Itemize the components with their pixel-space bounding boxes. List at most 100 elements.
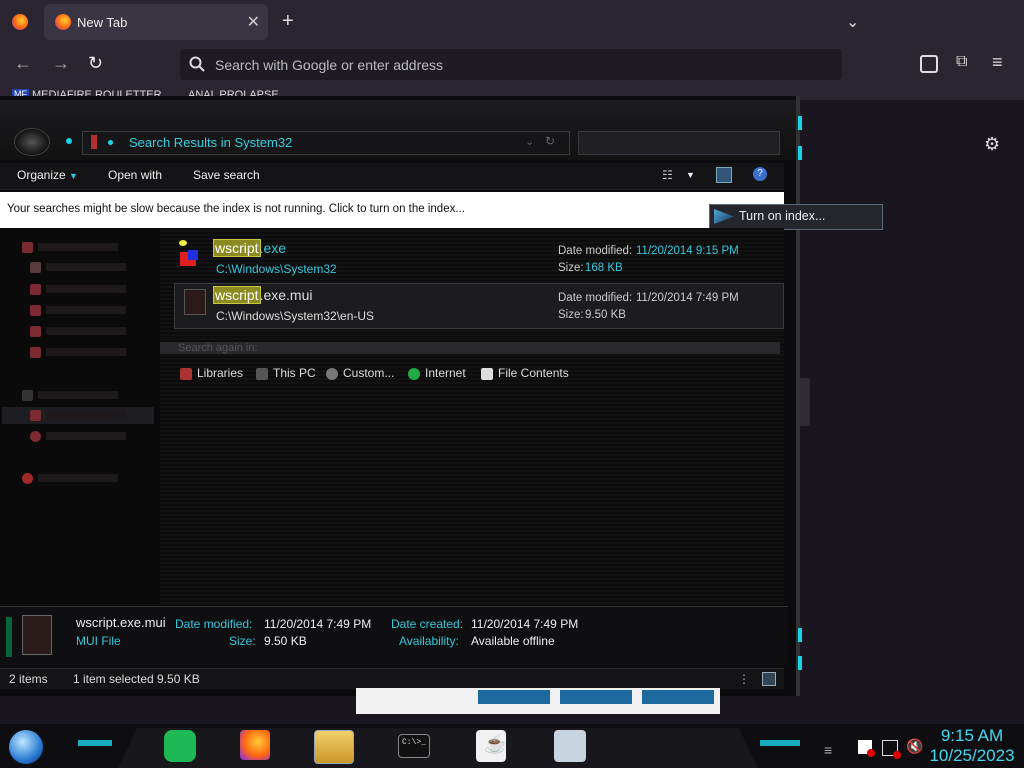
details-date-created-label: Date created: — [391, 617, 464, 631]
custom-folder-icon — [326, 367, 338, 380]
drive-icon — [30, 431, 41, 442]
back-orb-icon[interactable] — [14, 128, 50, 156]
new-tab-button[interactable]: + — [282, 10, 294, 33]
nav-item-favorites[interactable] — [22, 242, 142, 254]
infobar-message: Your searches might be slow because the … — [7, 203, 465, 215]
pocket-icon[interactable] — [920, 55, 938, 73]
details-date-created-value: 11/20/2014 7:49 PM — [471, 617, 579, 631]
turn-on-index-label: Turn on index... — [739, 209, 826, 223]
tiles-view-icon[interactable] — [762, 672, 776, 686]
browser-tab-new-tab[interactable]: New Tab ✕ — [44, 4, 268, 40]
mui-file-thumbnail-icon — [22, 615, 52, 655]
name-rest: .exe.mui — [259, 287, 313, 303]
extensions-icon[interactable]: ⧉ — [956, 53, 967, 71]
nav-item[interactable] — [30, 305, 150, 317]
view-options-icon[interactable]: ☷ — [662, 168, 673, 182]
java-taskbar-icon[interactable]: ☕ — [476, 730, 506, 762]
folder-icon — [30, 305, 41, 316]
dialog-button[interactable] — [560, 690, 632, 704]
forward-arrow-icon[interactable]: → — [52, 53, 70, 74]
index-arrow-icon — [714, 209, 734, 224]
spotify-taskbar-icon[interactable] — [164, 730, 196, 762]
search-again-internet[interactable]: Internet — [408, 366, 466, 380]
address-dropdown-icon[interactable]: ⌄ — [525, 135, 534, 148]
nav-item[interactable] — [30, 284, 150, 296]
details-view-icon[interactable]: ⋮ — [738, 672, 750, 686]
refresh-icon[interactable]: ↻ — [545, 134, 555, 148]
search-again-custom[interactable]: Custom... — [326, 366, 394, 380]
back-arrow-icon[interactable]: ← — [14, 53, 32, 74]
search-again-bar: Search again in: — [160, 342, 780, 354]
breadcrumb-dot-icon — [108, 140, 113, 145]
computer-icon — [22, 390, 33, 401]
nav-item-network[interactable] — [22, 473, 142, 485]
start-orb-icon[interactable] — [9, 730, 43, 764]
close-tab-icon[interactable]: ✕ — [247, 12, 260, 32]
frame-accent — [798, 146, 802, 160]
search-again-label: Search again in: — [178, 342, 258, 354]
address-bar[interactable]: Search Results in System32 ⌄ ↻ — [82, 131, 570, 155]
browser-content-area — [796, 100, 1024, 718]
nav-item[interactable] — [30, 262, 150, 274]
date-modified-value: 11/20/2014 7:49 PM — [636, 292, 739, 304]
favorites-icon — [22, 242, 33, 253]
view-dropdown-icon[interactable]: ▼ — [686, 170, 695, 180]
firefox-taskbar-icon[interactable] — [240, 730, 270, 760]
result-row-selected[interactable]: wscript.exe.mui C:\Windows\System32\en-U… — [174, 285, 782, 331]
list-tabs-chevron-icon[interactable]: ⌄ — [846, 12, 859, 32]
details-availability-label: Availability: — [399, 634, 459, 648]
organize-label: Organize — [17, 168, 66, 182]
preview-pane-icon[interactable] — [716, 167, 732, 183]
tab-title: New Tab — [77, 15, 128, 30]
wscript-exe-icon-overlay — [188, 250, 198, 260]
tray-overflow-icon[interactable]: ≡ — [824, 742, 832, 758]
save-search-button[interactable]: Save search — [193, 168, 260, 182]
size-value: 9.50 KB — [585, 309, 626, 321]
url-bar[interactable]: Search with Google or enter address — [180, 49, 842, 80]
nav-item[interactable] — [30, 347, 150, 359]
details-size-value: 9.50 KB — [264, 634, 307, 648]
open-with-button[interactable]: Open with — [108, 168, 162, 182]
settings-gear-icon[interactable]: ⚙ — [984, 134, 1000, 155]
clock-date: 10/25/2023 — [929, 746, 1015, 765]
search-again-libraries[interactable]: Libraries — [180, 366, 243, 380]
action-center-flag-icon[interactable] — [858, 740, 875, 757]
computer-icon — [256, 367, 268, 380]
dialog-button[interactable] — [642, 690, 714, 704]
clock-time: 9:15 AM — [940, 726, 1004, 745]
nav-item[interactable] — [30, 326, 150, 338]
nav-item-label — [46, 411, 126, 419]
folder-icon — [30, 347, 41, 358]
firefox-tab-icon — [55, 14, 71, 30]
details-filetype: MUI File — [76, 634, 121, 648]
background-dialog — [356, 688, 720, 714]
help-icon[interactable]: ? — [753, 167, 767, 181]
command-prompt-taskbar-icon[interactable]: C:\>_ — [398, 734, 430, 758]
network-icon — [22, 473, 33, 484]
search-again-file-contents[interactable]: File Contents — [481, 366, 569, 380]
app-menu-icon[interactable]: ≡ — [992, 52, 1003, 73]
frame-accent — [798, 116, 802, 130]
url-placeholder: Search with Google or enter address — [215, 57, 444, 73]
search-again-this-pc[interactable]: This PC — [256, 366, 316, 380]
mui-file-icon — [184, 289, 206, 315]
nav-item-this-pc[interactable] — [22, 390, 142, 402]
nav-item-label — [46, 327, 126, 335]
nav-item[interactable] — [30, 431, 150, 443]
drive-icon — [30, 410, 41, 421]
taskbar-clock[interactable]: 9:15 AM 10/25/2023 — [920, 726, 1024, 766]
result-row[interactable]: wscript.exe C:\Windows\System32 Date mod… — [174, 238, 782, 284]
firefox-menu-icon[interactable] — [12, 14, 28, 30]
network-disconnected-icon[interactable] — [882, 740, 901, 759]
search-input[interactable] — [578, 131, 780, 155]
index-infobar[interactable]: Your searches might be slow because the … — [0, 192, 784, 228]
turn-on-index-button[interactable]: Turn on index... — [709, 204, 883, 230]
organize-button[interactable]: Organize ▼ — [17, 168, 78, 182]
file-explorer-taskbar-icon[interactable] — [314, 730, 354, 764]
forward-dot-icon[interactable] — [66, 138, 72, 144]
nav-item-local-disk[interactable] — [30, 410, 150, 422]
reload-icon[interactable]: ↻ — [88, 53, 103, 74]
date-modified-label: Date modified: — [558, 245, 633, 257]
resource-monitor-taskbar-icon[interactable] — [554, 730, 586, 762]
dialog-button[interactable] — [478, 690, 550, 704]
